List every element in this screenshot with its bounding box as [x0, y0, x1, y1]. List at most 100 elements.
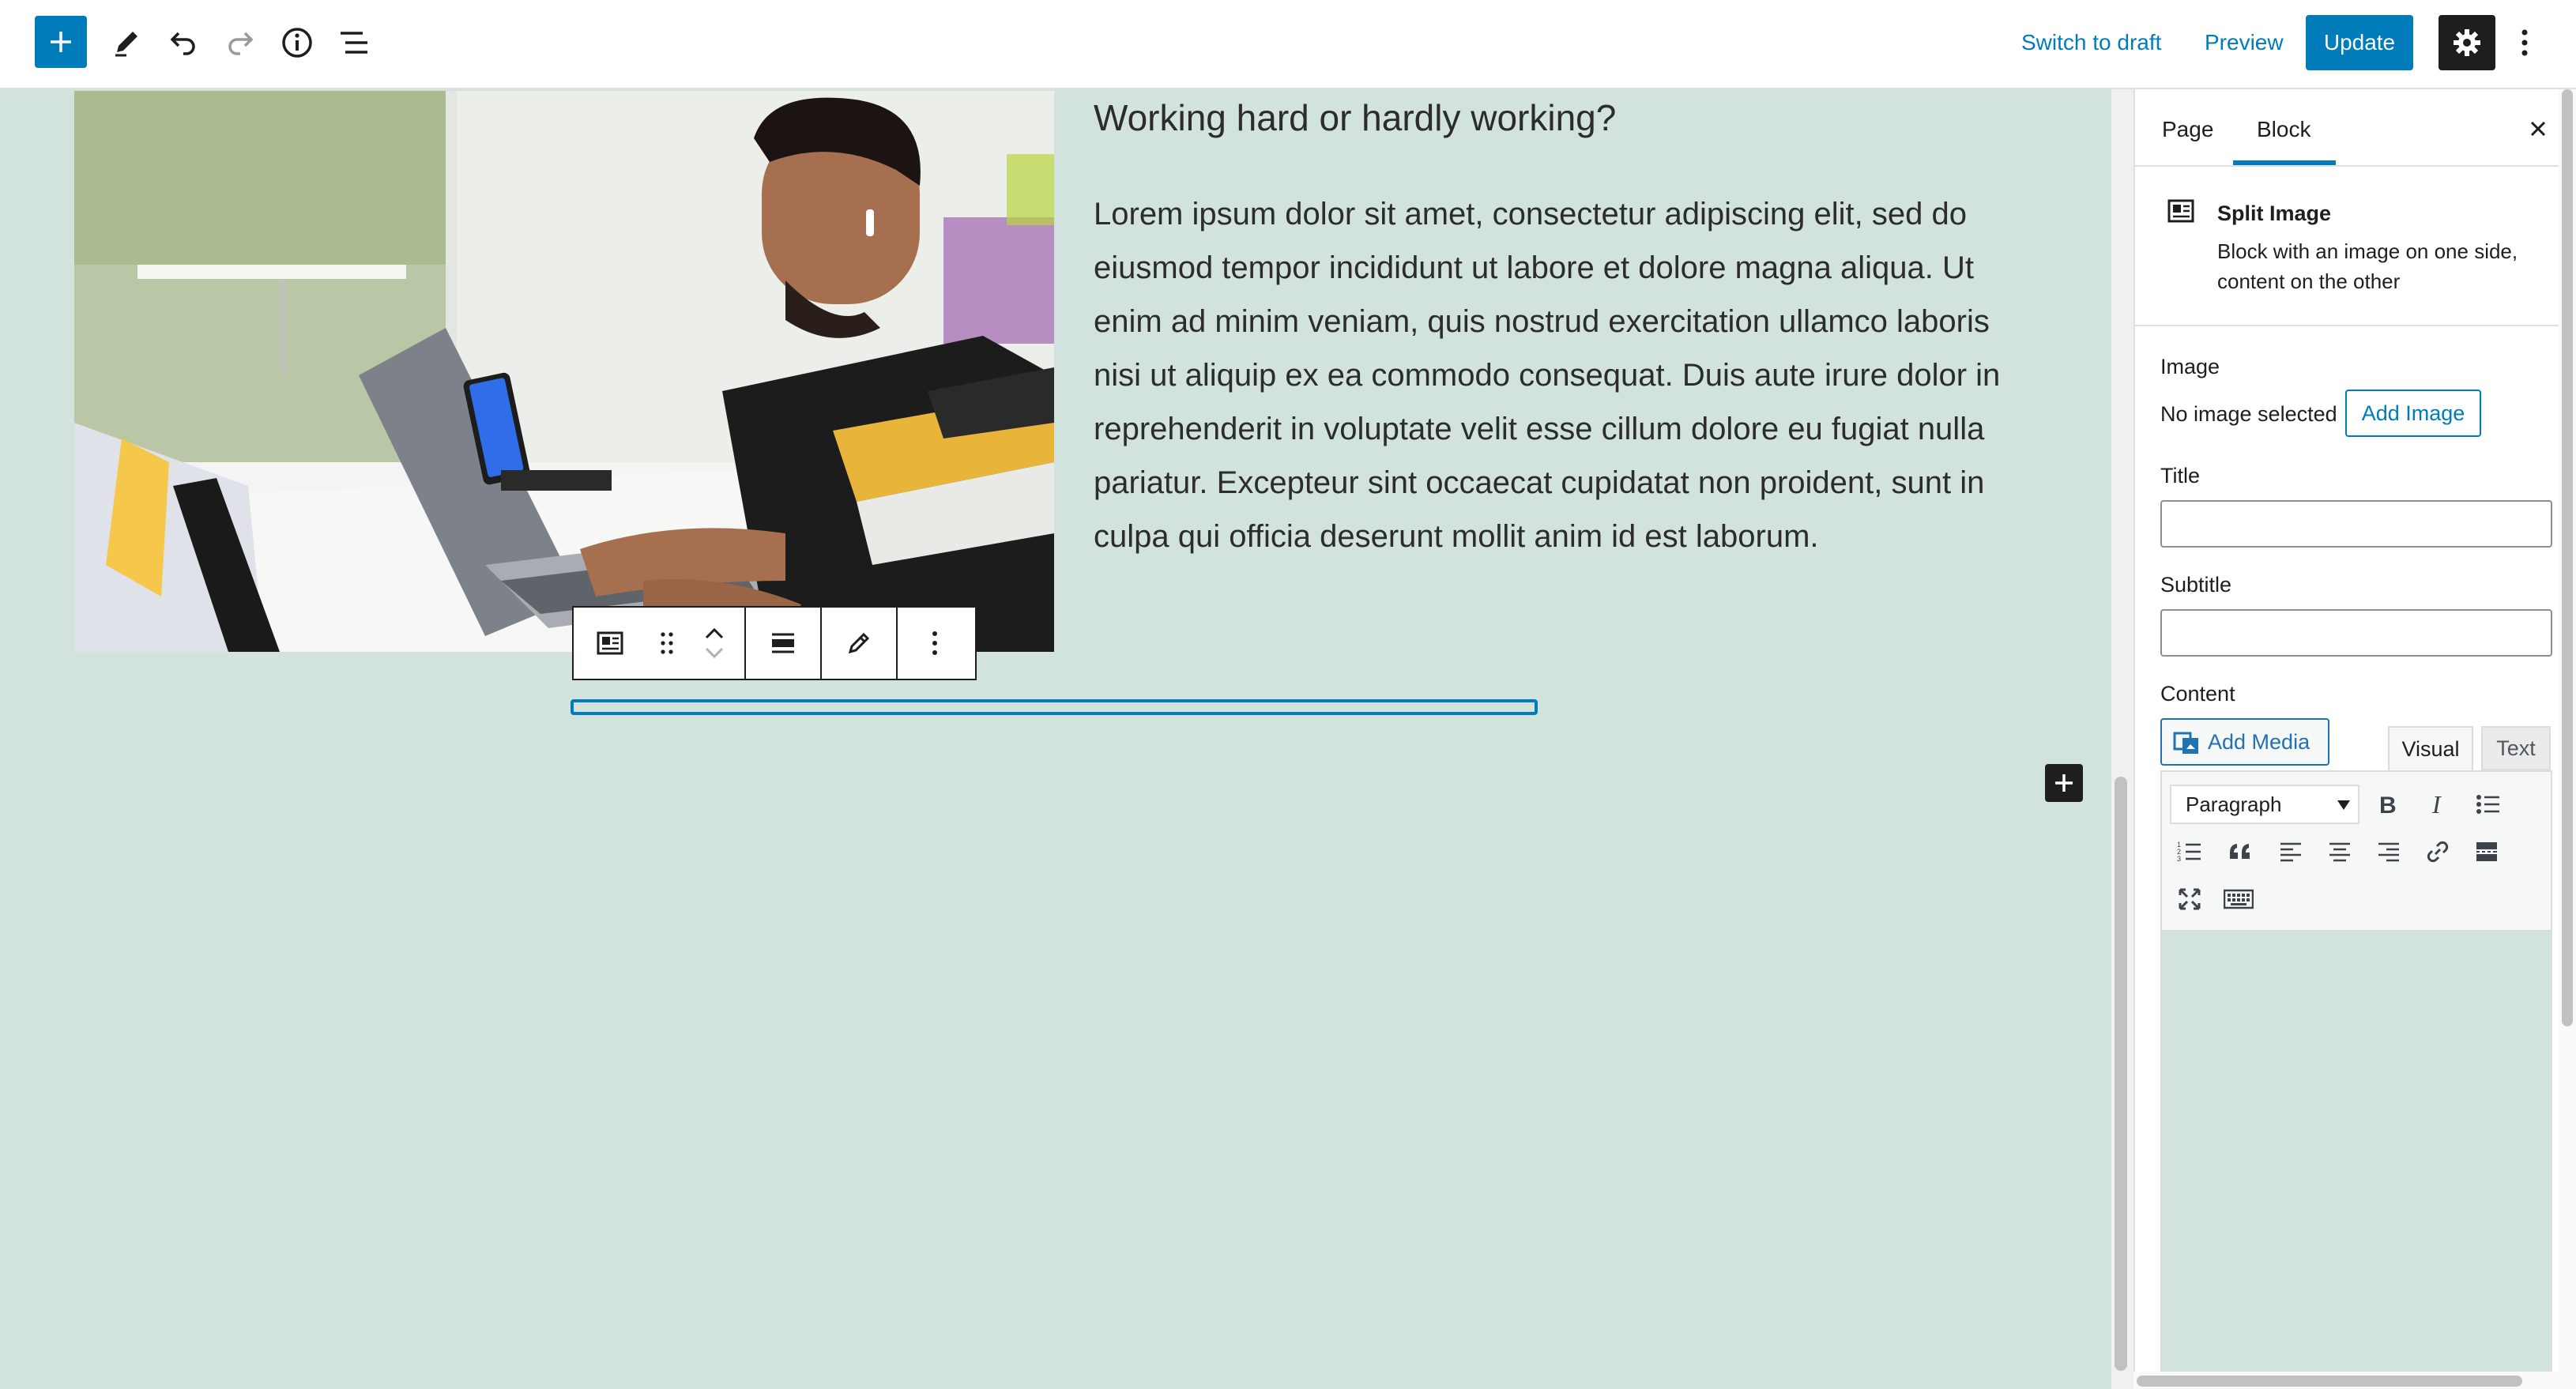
format-select[interactable]: Paragraph: [2170, 785, 2359, 824]
close-icon: [2530, 121, 2546, 137]
align-right-button[interactable]: [2369, 832, 2408, 871]
settings-button[interactable]: [2439, 15, 2495, 70]
selected-empty-block[interactable]: [571, 699, 1538, 715]
bold-button[interactable]: B: [2367, 785, 2407, 824]
options-menu-button[interactable]: [2506, 15, 2543, 70]
media-icon: [2173, 732, 2198, 754]
move-down-icon[interactable]: [704, 646, 725, 659]
fullscreen-icon: [2179, 888, 2201, 910]
read-more-icon: [2476, 842, 2497, 861]
no-image-text: No image selected: [2160, 402, 2337, 426]
undo-icon: [170, 32, 195, 55]
numbered-list-icon: 123: [2177, 841, 2201, 863]
align-left-icon: [2280, 842, 2301, 862]
italic-icon: I: [2431, 792, 2442, 816]
tab-page[interactable]: Page: [2162, 116, 2213, 143]
drag-handle[interactable]: [646, 608, 687, 679]
split-image-photo[interactable]: [74, 91, 1054, 652]
title-label: Title: [2160, 464, 2201, 487]
person-working-on-laptop-image: [74, 91, 1054, 652]
switch-to-draft-link[interactable]: Switch to draft: [2021, 29, 2161, 56]
tab-text[interactable]: Text: [2481, 726, 2551, 770]
more-vertical-icon: [932, 631, 937, 655]
align-wide-icon: [772, 633, 794, 653]
bold-icon: B: [2379, 792, 2397, 816]
align-left-button[interactable]: [2271, 832, 2310, 871]
tools-edit-button[interactable]: [98, 14, 155, 71]
insert-link-button[interactable]: [2418, 832, 2457, 871]
image-label: Image: [2160, 355, 2220, 378]
block-toolbar: [572, 606, 977, 680]
close-sidebar-button[interactable]: [2522, 113, 2554, 145]
pencil-icon: [115, 32, 137, 57]
plus-icon: [2055, 774, 2073, 792]
content-label: Content: [2160, 682, 2235, 706]
align-center-button[interactable]: [2320, 832, 2359, 871]
align-right-icon: [2378, 842, 2399, 862]
blockquote-button[interactable]: [2220, 832, 2260, 871]
add-block-button[interactable]: [2045, 764, 2083, 802]
block-card-title: Split Image: [2217, 201, 2332, 225]
sidebar-tabs: Page Block: [2135, 89, 2576, 167]
subtitle-label: Subtitle: [2160, 573, 2232, 597]
split-image-heading[interactable]: Working hard or hardly working?: [1094, 96, 1616, 140]
redo-icon: [228, 32, 254, 55]
fullscreen-button[interactable]: [2170, 879, 2209, 919]
edit-block-button[interactable]: [822, 608, 896, 679]
toolbar-toggle-button[interactable]: [2219, 879, 2258, 919]
tab-block[interactable]: Block: [2257, 116, 2310, 143]
svg-text:3: 3: [2177, 855, 2181, 863]
editor-toolbar: Paragraph B I 123: [2162, 772, 2551, 932]
add-media-button[interactable]: Add Media: [2160, 718, 2329, 766]
block-type-button[interactable]: [574, 608, 646, 679]
sidebar-scrollbar-thumb[interactable]: [2562, 89, 2573, 1026]
block-inserter-button[interactable]: [35, 16, 87, 68]
content-editor: Paragraph B I 123: [2160, 770, 2552, 1389]
link-icon: [2427, 841, 2449, 863]
split-image-block-icon: [2167, 197, 2195, 229]
list-view-icon: [341, 32, 367, 54]
block-card-description: Block with an image on one side, content…: [2217, 239, 2518, 293]
sidebar-vertical-scrollbar[interactable]: [2559, 89, 2576, 1389]
drag-handle-icon: [661, 632, 673, 654]
numbered-list-button[interactable]: 123: [2170, 832, 2209, 871]
move-up-icon[interactable]: [704, 627, 725, 640]
editor-canvas[interactable]: Working hard or hardly working? Lorem ip…: [0, 89, 2111, 1389]
update-button[interactable]: Update: [2306, 15, 2413, 70]
block-options-button[interactable]: [898, 608, 972, 679]
align-button[interactable]: [746, 608, 820, 679]
list-view-button[interactable]: [326, 14, 382, 71]
sidebar-horizontal-scrollbar[interactable]: [2133, 1372, 2559, 1389]
gear-icon: [2454, 29, 2480, 56]
redo-button[interactable]: [212, 14, 269, 71]
preview-link[interactable]: Preview: [2205, 29, 2284, 56]
keyboard-icon: [2224, 889, 2254, 909]
block-card: Split Image Block with an image on one s…: [2135, 167, 2576, 326]
plus-icon: [51, 32, 71, 52]
move-block-buttons: [687, 608, 741, 679]
title-input[interactable]: [2160, 500, 2552, 548]
italic-button[interactable]: I: [2418, 785, 2457, 824]
active-tab-indicator: [2233, 160, 2336, 165]
align-group: [746, 608, 822, 679]
info-icon: [282, 28, 312, 58]
settings-sidebar: Page Block Split Image Block with an ima…: [2133, 89, 2576, 1389]
svg-text:I: I: [2431, 792, 2442, 816]
canvas-scrollbar[interactable]: [2111, 89, 2133, 1389]
add-image-button[interactable]: Add Image: [2345, 390, 2481, 437]
edit-group: [822, 608, 898, 679]
read-more-button[interactable]: [2467, 832, 2506, 871]
quote-icon: [2230, 844, 2250, 859]
sidebar-hscrollbar-thumb[interactable]: [2137, 1376, 2522, 1387]
undo-button[interactable]: [155, 14, 212, 71]
split-image-paragraph[interactable]: Lorem ipsum dolor sit amet, consectetur …: [1094, 187, 2010, 563]
details-button[interactable]: [269, 14, 326, 71]
format-select-value: Paragraph: [2186, 792, 2282, 816]
split-image-block-icon: [597, 631, 623, 655]
svg-text:B: B: [2379, 792, 2397, 816]
subtitle-input[interactable]: [2160, 609, 2552, 657]
bulleted-list-button[interactable]: [2469, 785, 2508, 824]
tab-visual[interactable]: Visual: [2388, 726, 2473, 770]
bulleted-list-icon: [2476, 795, 2499, 814]
canvas-scrollbar-thumb[interactable]: [2115, 777, 2127, 1371]
